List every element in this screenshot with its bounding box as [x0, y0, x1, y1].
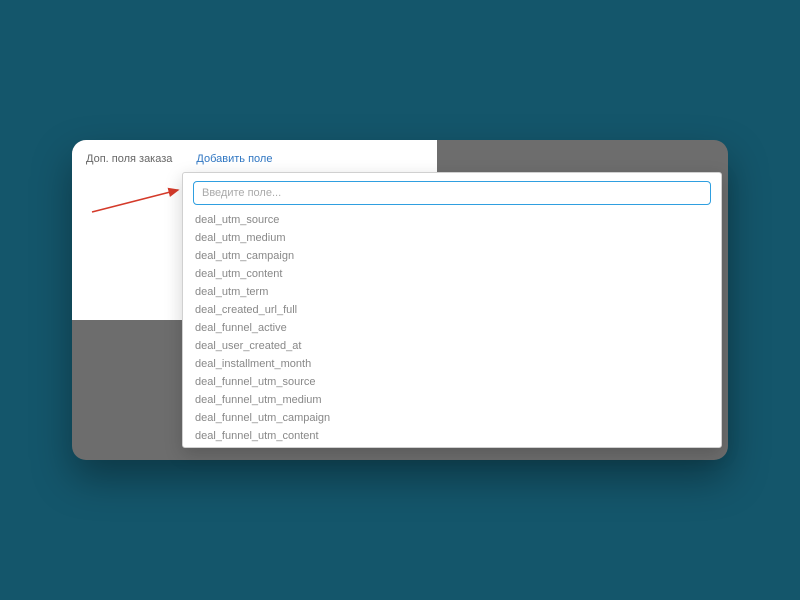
- settings-card: Доп. поля заказа Добавить поле deal_utm_…: [72, 140, 728, 460]
- field-dropdown: deal_utm_sourcedeal_utm_mediumdeal_utm_c…: [182, 172, 722, 448]
- annotation-arrow-icon: [90, 186, 186, 216]
- search-wrap: [183, 173, 721, 211]
- list-item[interactable]: deal_user_created_at: [193, 337, 711, 355]
- list-item[interactable]: deal_created_url_full: [193, 301, 711, 319]
- list-item[interactable]: deal_funnel_utm_source: [193, 373, 711, 391]
- header-row: Доп. поля заказа Добавить поле: [72, 140, 437, 170]
- search-input[interactable]: [193, 181, 711, 205]
- list-item[interactable]: deal_funnel_utm_content: [193, 427, 711, 445]
- list-item[interactable]: deal_funnel_utm_medium: [193, 391, 711, 409]
- section-label: Доп. поля заказа: [86, 153, 172, 165]
- list-item[interactable]: deal_utm_medium: [193, 229, 711, 247]
- add-field-link[interactable]: Добавить поле: [196, 153, 272, 165]
- list-item[interactable]: deal_utm_campaign: [193, 247, 711, 265]
- list-item[interactable]: deal_utm_term: [193, 283, 711, 301]
- list-item[interactable]: deal_utm_source: [193, 211, 711, 229]
- list-item[interactable]: deal_utm_content: [193, 265, 711, 283]
- options-list[interactable]: deal_utm_sourcedeal_utm_mediumdeal_utm_c…: [183, 211, 721, 447]
- list-item[interactable]: deal_funnel_utm_campaign: [193, 409, 711, 427]
- list-item[interactable]: deal_funnel_active: [193, 319, 711, 337]
- list-item[interactable]: deal_installment_month: [193, 355, 711, 373]
